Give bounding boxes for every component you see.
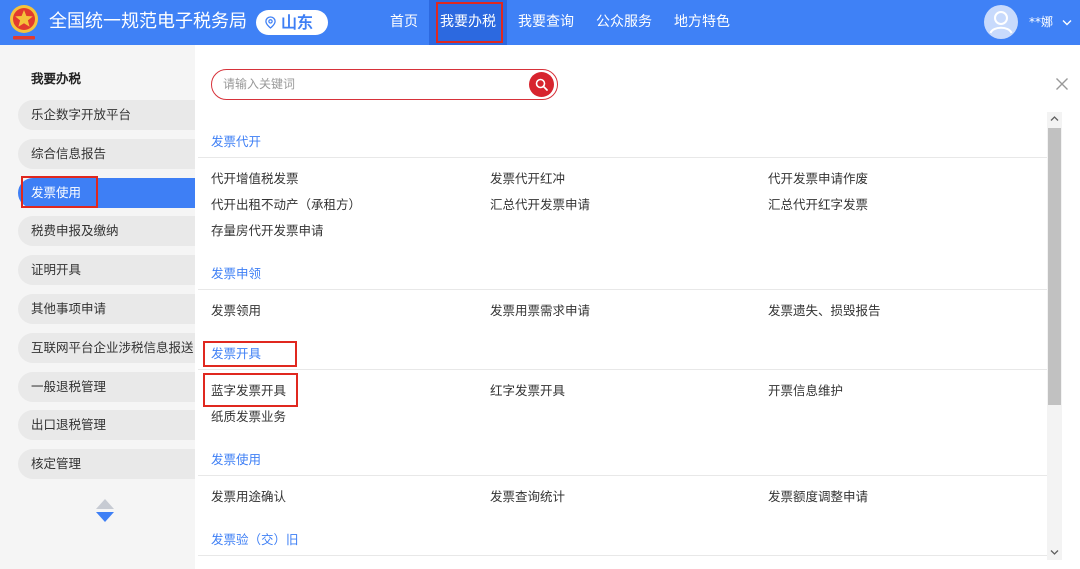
section-title: 发票使用 xyxy=(198,450,1047,476)
scrollbar-thumb[interactable] xyxy=(1048,128,1061,405)
service-link[interactable]: 汇总代开发票申请 xyxy=(490,192,768,218)
section-links: 发票领用 发票用票需求申请 发票遗失、损毁报告 xyxy=(198,290,1047,324)
section-links: 蓝字发票开具 红字发票开具 开票信息维护 纸质发票业务 xyxy=(198,370,1047,430)
tax-bureau-app: 全国统一规范电子税务局 山东 首页 我要办税 我要查询 公众服务 地方特色 **… xyxy=(0,0,1080,569)
service-link[interactable]: 代开发票申请作废 xyxy=(768,166,1047,192)
section-invoice-verification: 发票验（交）旧 xyxy=(198,530,1047,556)
service-link[interactable]: 汇总代开红字发票 xyxy=(768,192,1047,218)
region-selector[interactable]: 山东 xyxy=(256,10,328,35)
service-link[interactable]: 代开增值税发票 xyxy=(211,166,490,192)
service-link[interactable]: 发票用票需求申请 xyxy=(490,298,768,324)
section-title: 发票开具 xyxy=(198,344,1047,370)
nav-handle-tax[interactable]: 我要办税 xyxy=(429,0,507,45)
section-links: 发票用途确认 发票查询统计 发票额度调整申请 xyxy=(198,476,1047,510)
sidebar-item-export-refund[interactable]: 出口退税管理 xyxy=(18,410,195,441)
sidebar-item-general-refund[interactable]: 一般退税管理 xyxy=(18,371,195,402)
service-link-blue-invoice[interactable]: 蓝字发票开具 xyxy=(211,378,490,404)
section-invoice-issuing: 发票开具 蓝字发票开具 红字发票开具 开票信息维护 纸质发票业务 xyxy=(198,344,1047,430)
sidebar-item-invoice-use[interactable]: 发票使用 xyxy=(18,177,195,208)
location-pin-icon xyxy=(265,16,276,29)
search-icon xyxy=(535,78,548,91)
chevron-down-icon[interactable] xyxy=(1050,549,1059,556)
section-title: 发票代开 xyxy=(198,132,1047,158)
sidebar-scroll-arrows xyxy=(96,499,114,525)
sidebar-item-tax-declaration[interactable]: 税费申报及缴纳 xyxy=(18,216,195,247)
sidebar-menu: 乐企数字开放平台 综合信息报告 发票使用 税费申报及缴纳 证明开具 其他事项申请… xyxy=(18,100,195,488)
section-invoice-application: 发票申领 发票领用 发票用票需求申请 发票遗失、损毁报告 xyxy=(198,264,1047,324)
section-invoice-usage: 发票使用 发票用途确认 发票查询统计 发票额度调整申请 xyxy=(198,450,1047,510)
main-nav: 首页 我要办税 我要查询 公众服务 地方特色 xyxy=(379,0,741,45)
top-header: 全国统一规范电子税务局 山东 首页 我要办税 我要查询 公众服务 地方特色 **… xyxy=(0,0,1080,45)
service-link[interactable]: 发票额度调整申请 xyxy=(768,484,1047,510)
sidebar-title: 我要办税 xyxy=(31,71,82,86)
sidebar-item-platform-reporting[interactable]: 互联网平台企业涉税信息报送 xyxy=(18,332,195,363)
service-list: 发票代开 代开增值税发票 发票代开红冲 代开发票申请作废 代开出租不动产（承租方… xyxy=(198,132,1047,569)
service-link[interactable]: 发票领用 xyxy=(211,298,490,324)
section-title: 发票申领 xyxy=(198,264,1047,290)
nav-home[interactable]: 首页 xyxy=(379,0,429,45)
site-title[interactable]: 全国统一规范电子税务局 xyxy=(49,11,247,33)
section-links: 代开增值税发票 发票代开红冲 代开发票申请作废 代开出租不动产（承租方） 汇总代… xyxy=(198,158,1047,244)
close-icon[interactable] xyxy=(1055,77,1069,91)
nav-public-service[interactable]: 公众服务 xyxy=(585,0,663,45)
service-link[interactable]: 开票信息维护 xyxy=(768,378,1047,404)
search-button[interactable] xyxy=(529,71,554,97)
service-link[interactable]: 发票用途确认 xyxy=(211,484,490,510)
user-avatar-icon[interactable] xyxy=(984,5,1018,39)
sidebar-item-assessment[interactable]: 核定管理 xyxy=(18,449,195,480)
nav-local-features[interactable]: 地方特色 xyxy=(663,0,741,45)
sidebar-item-certificate[interactable]: 证明开具 xyxy=(18,255,195,286)
section-title: 发票验（交）旧 xyxy=(198,530,1047,556)
chevron-up-icon[interactable] xyxy=(1050,115,1059,122)
service-link[interactable]: 红字发票开具 xyxy=(490,378,768,404)
sidebar-item-info-report[interactable]: 综合信息报告 xyxy=(18,138,195,169)
tax-emblem-icon[interactable] xyxy=(7,4,41,42)
triangle-down-icon[interactable] xyxy=(96,512,114,522)
triangle-up-icon[interactable] xyxy=(96,499,114,509)
service-link[interactable]: 纸质发票业务 xyxy=(211,404,490,430)
nav-query[interactable]: 我要查询 xyxy=(507,0,585,45)
user-name[interactable]: **娜 xyxy=(1029,15,1053,30)
region-name: 山东 xyxy=(281,13,314,32)
sidebar: 我要办税 乐企数字开放平台 综合信息报告 发票使用 税费申报及缴纳 证明开具 其… xyxy=(0,45,195,569)
service-link[interactable]: 发票查询统计 xyxy=(490,484,768,510)
section-invoice-agent-issuance: 发票代开 代开增值税发票 发票代开红冲 代开发票申请作废 代开出租不动产（承租方… xyxy=(198,132,1047,244)
service-link[interactable]: 代开出租不动产（承租方） xyxy=(211,192,490,218)
sidebar-item-other-applications[interactable]: 其他事项申请 xyxy=(18,293,195,324)
service-link[interactable]: 发票代开红冲 xyxy=(490,166,768,192)
panel-scrollbar[interactable] xyxy=(1047,112,1062,560)
service-link[interactable]: 存量房代开发票申请 xyxy=(211,218,490,244)
chevron-down-icon[interactable] xyxy=(1062,19,1072,26)
sidebar-item-leqi-platform[interactable]: 乐企数字开放平台 xyxy=(18,100,195,130)
search-bar xyxy=(211,69,558,100)
search-input[interactable] xyxy=(223,74,523,94)
service-link[interactable]: 发票遗失、损毁报告 xyxy=(768,298,1047,324)
